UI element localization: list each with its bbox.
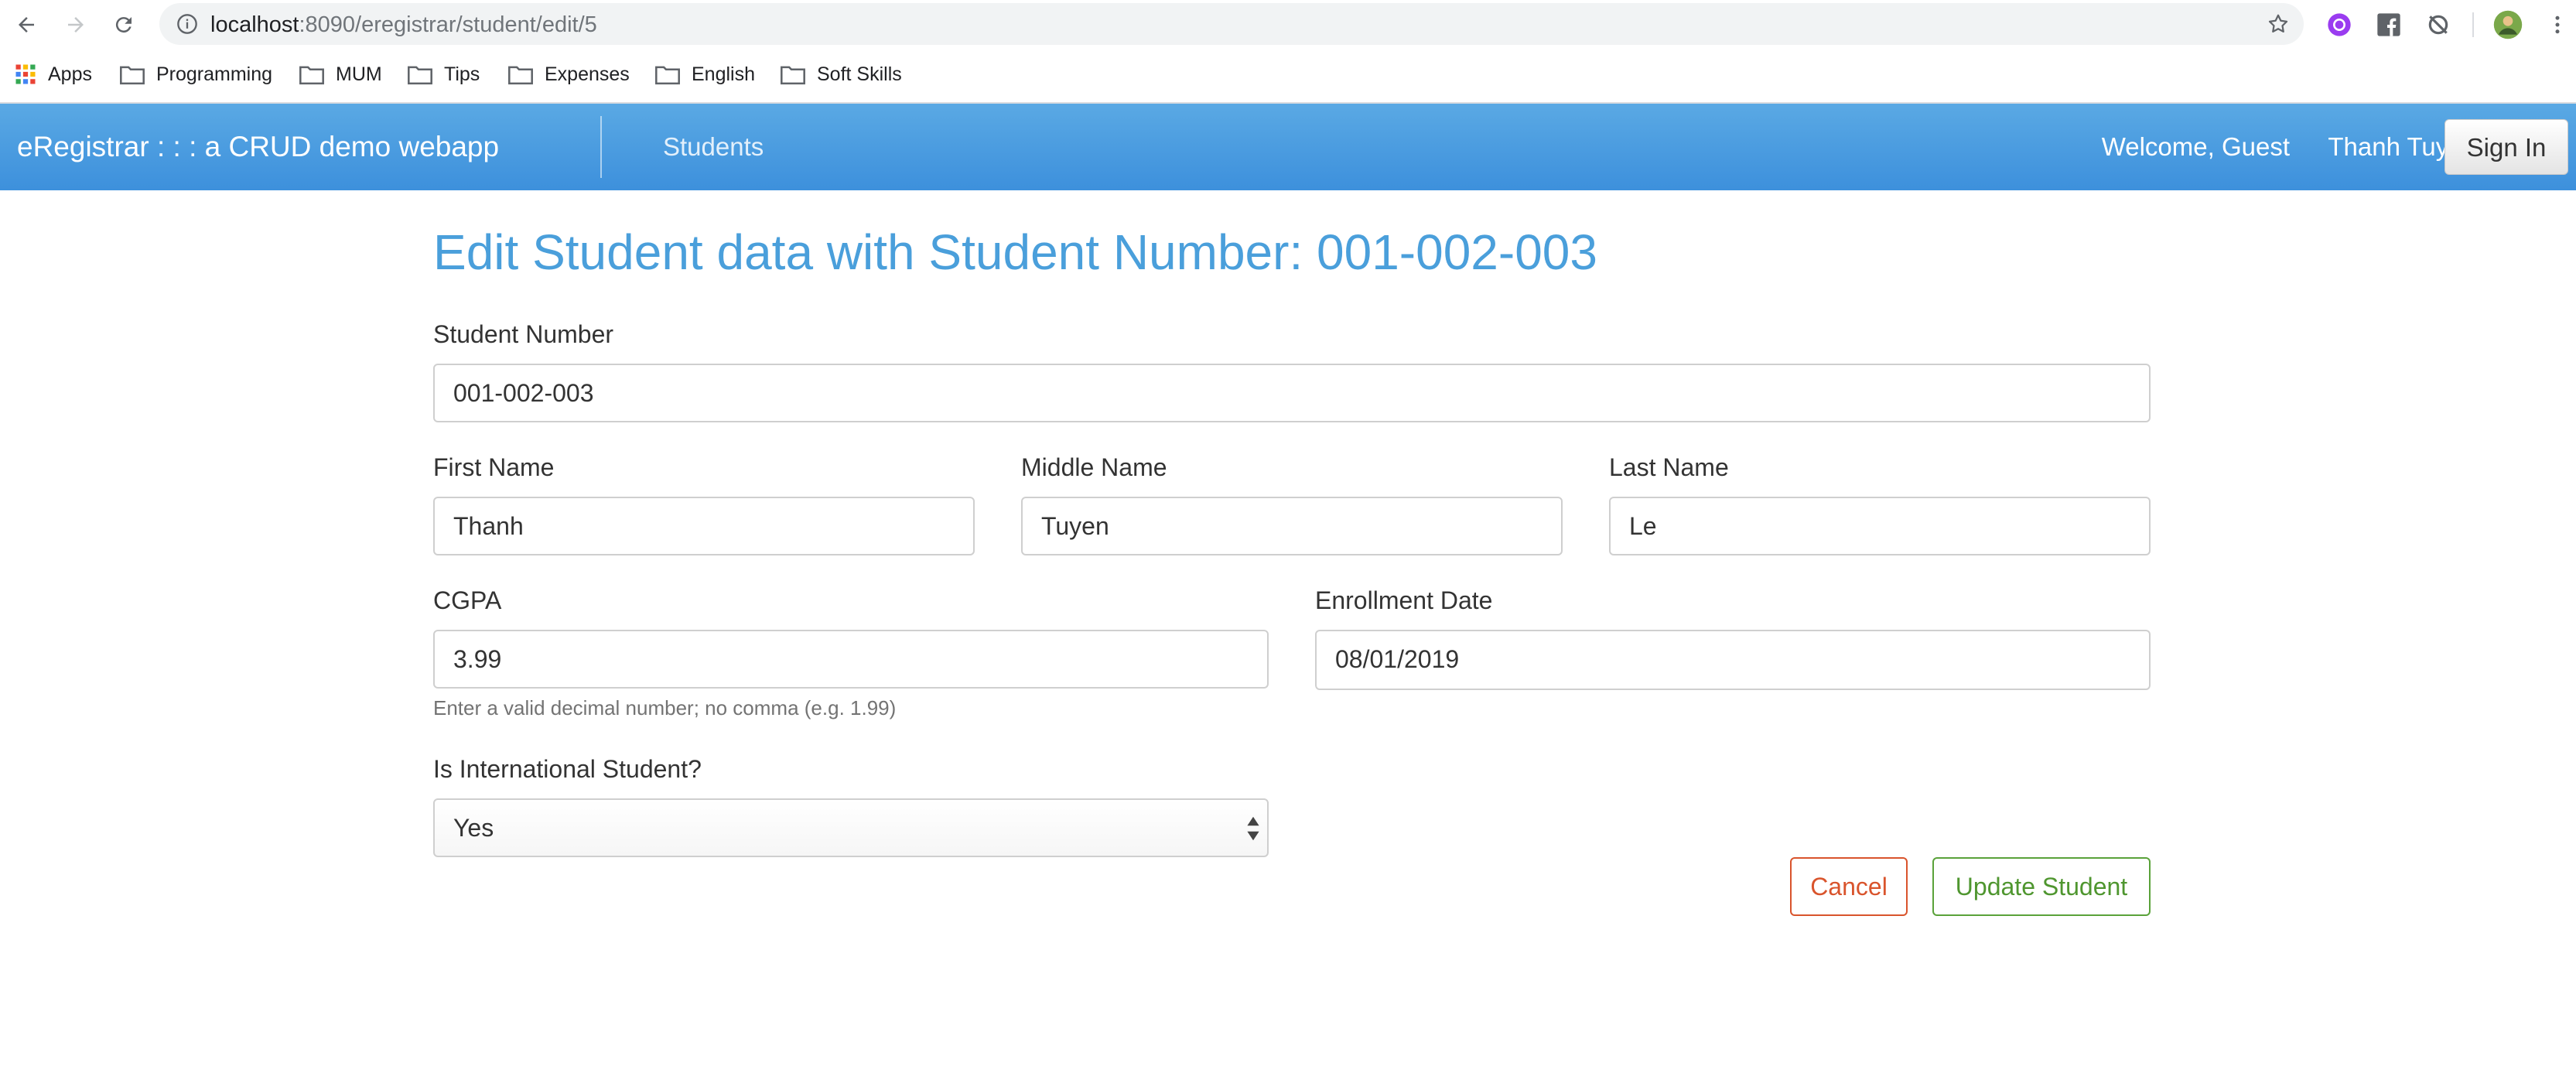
welcome-text: Welcome, Guest [2101, 132, 2290, 161]
bookmark-label: Apps [48, 63, 92, 85]
cgpa-help-text: Enter a valid decimal number; no comma (… [433, 696, 897, 719]
back-arrow-icon[interactable] [9, 8, 43, 42]
url-text: localhost:8090/eregistrar/student/edit/5 [210, 12, 597, 37]
browser-toolbar: localhost:8090/eregistrar/student/edit/5 [0, 0, 2576, 50]
select-value: Yes [453, 814, 494, 842]
folder-icon [508, 66, 533, 85]
bookmark-apps[interactable]: Apps [14, 59, 92, 90]
first-name-label: First Name [433, 453, 555, 481]
update-student-button[interactable]: Update Student [1932, 857, 2151, 916]
bookmark-programming[interactable]: Programming [119, 59, 272, 90]
forward-arrow-icon[interactable] [59, 8, 93, 42]
app-navbar: eRegistrar : : : a CRUD demo webapp Stud… [0, 104, 2576, 190]
page-title: Edit Student data with Student Number: 0… [433, 224, 1597, 280]
cgpa-field[interactable]: 3.99 [433, 630, 1269, 689]
student-number-label: Student Number [433, 320, 614, 348]
select-arrows-icon [1247, 816, 1259, 841]
bookmark-label: Expenses [545, 63, 630, 85]
folder-icon [655, 66, 680, 85]
facebook-icon[interactable] [2373, 9, 2404, 40]
enrollment-date-label: Enrollment Date [1315, 586, 1493, 614]
bookmarks-bar: Apps Programming MUM Tips Expenses Engli… [0, 50, 2576, 104]
bookmark-tips[interactable]: Tips [407, 59, 480, 90]
folder-icon [299, 66, 324, 85]
extension-purple-icon[interactable] [2324, 9, 2355, 40]
sign-in-button[interactable]: Sign In [2444, 119, 2568, 175]
folder-icon [781, 66, 805, 85]
bookmark-soft-skills[interactable]: Soft Skills [780, 59, 902, 90]
middle-name-field[interactable]: Tuyen [1021, 497, 1563, 555]
toolbar-divider [2472, 12, 2474, 37]
browser-menu-icon[interactable] [2542, 9, 2573, 40]
enrollment-date-field[interactable]: 08/01/2019 [1315, 630, 2151, 690]
student-number-field[interactable]: 001-002-003 [433, 364, 2151, 422]
bookmark-label: MUM [336, 63, 382, 85]
cgpa-label: CGPA [433, 586, 502, 614]
navbar-divider [600, 116, 602, 178]
bookmark-label: Programming [156, 63, 273, 85]
reload-icon[interactable] [107, 8, 141, 42]
bookmark-label: Tips [444, 63, 480, 85]
bookmark-star-icon[interactable] [2267, 12, 2290, 36]
last-name-label: Last Name [1609, 453, 1729, 481]
brand-link[interactable]: eRegistrar : : : a CRUD demo webapp [17, 104, 499, 190]
international-student-label: Is International Student? [433, 755, 702, 783]
nav-link-students[interactable]: Students [663, 104, 764, 190]
cancel-button[interactable]: Cancel [1790, 857, 1908, 916]
bookmark-label: English [692, 63, 755, 85]
profile-avatar-icon[interactable] [2492, 9, 2523, 40]
sync-off-icon[interactable] [2423, 9, 2454, 40]
bookmark-mum[interactable]: MUM [299, 59, 382, 90]
folder-icon [408, 66, 432, 85]
info-icon[interactable] [176, 13, 198, 35]
first-name-field[interactable]: Thanh [433, 497, 975, 555]
bookmark-expenses[interactable]: Expenses [507, 59, 630, 90]
last-name-field[interactable]: Le [1609, 497, 2151, 555]
bookmark-english[interactable]: English [654, 59, 755, 90]
folder-icon [120, 66, 145, 85]
international-student-select[interactable]: Yes [433, 798, 1269, 857]
address-bar[interactable]: localhost:8090/eregistrar/student/edit/5 [159, 3, 2304, 45]
apps-grid-icon [15, 64, 36, 84]
middle-name-label: Middle Name [1021, 453, 1167, 481]
bookmark-label: Soft Skills [817, 63, 902, 85]
